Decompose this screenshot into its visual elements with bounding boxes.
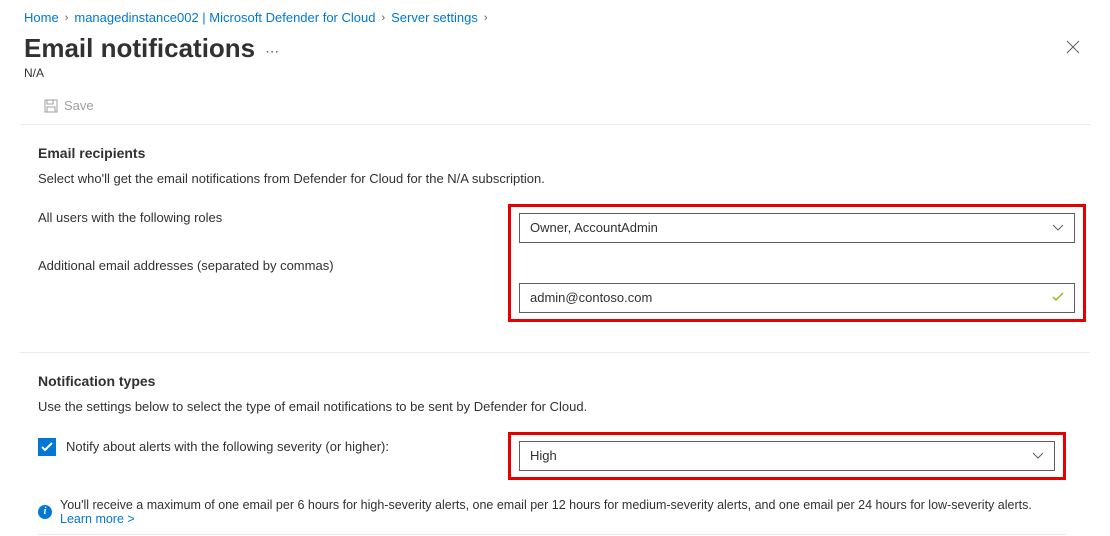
save-icon — [44, 99, 58, 113]
roles-label: All users with the following roles — [38, 210, 508, 225]
breadcrumb: Home › managedinstance002 | Microsoft De… — [0, 0, 1110, 31]
additional-emails-value: admin@contoso.com — [530, 290, 652, 305]
info-icon: i — [38, 505, 52, 519]
severity-dropdown-value: High — [530, 448, 557, 463]
additional-emails-input[interactable]: admin@contoso.com — [519, 283, 1075, 313]
severity-label: Notify about alerts with the following s… — [66, 439, 389, 454]
severity-highlight: High — [508, 432, 1066, 480]
breadcrumb-instance[interactable]: managedinstance002 | Microsoft Defender … — [74, 10, 375, 25]
close-icon — [1066, 40, 1080, 54]
recipients-highlight: Owner, AccountAdmin admin@contoso.com — [508, 204, 1086, 322]
page-subtitle: N/A — [0, 64, 1110, 92]
chevron-down-icon — [1052, 220, 1064, 235]
email-recipients-section: Email recipients Select who'll get the e… — [0, 125, 1110, 332]
emails-label: Additional email addresses (separated by… — [38, 258, 508, 273]
severity-dropdown[interactable]: High — [519, 441, 1055, 471]
more-actions-icon[interactable]: ⋯ — [265, 37, 280, 60]
roles-dropdown[interactable]: Owner, AccountAdmin — [519, 213, 1075, 243]
recipients-description: Select who'll get the email notification… — [38, 171, 1086, 186]
notification-types-heading: Notification types — [38, 373, 1086, 389]
save-button[interactable]: Save — [44, 98, 94, 113]
info-bar: i You'll receive a maximum of one email … — [38, 490, 1066, 526]
chevron-right-icon: › — [381, 12, 385, 24]
severity-checkbox[interactable] — [38, 438, 56, 456]
toolbar: Save — [20, 92, 1090, 125]
valid-check-icon — [1052, 290, 1064, 305]
page-header: Email notifications ⋯ — [0, 31, 1110, 64]
notification-types-description: Use the settings below to select the typ… — [38, 399, 1086, 414]
info-text: You'll receive a maximum of one email pe… — [60, 498, 1032, 512]
close-button[interactable] — [1060, 34, 1086, 63]
chevron-right-icon: › — [484, 12, 488, 24]
page-title: Email notifications — [24, 33, 255, 64]
chevron-down-icon — [1032, 448, 1044, 463]
check-icon — [41, 442, 53, 452]
learn-more-link[interactable]: Learn more > — [60, 512, 135, 526]
breadcrumb-server-settings[interactable]: Server settings — [391, 10, 478, 25]
notification-types-section: Notification types Use the settings belo… — [0, 353, 1110, 535]
roles-dropdown-value: Owner, AccountAdmin — [530, 220, 658, 235]
recipients-heading: Email recipients — [38, 145, 1086, 161]
chevron-right-icon: › — [65, 12, 69, 24]
breadcrumb-home[interactable]: Home — [24, 10, 59, 25]
save-label: Save — [64, 98, 94, 113]
